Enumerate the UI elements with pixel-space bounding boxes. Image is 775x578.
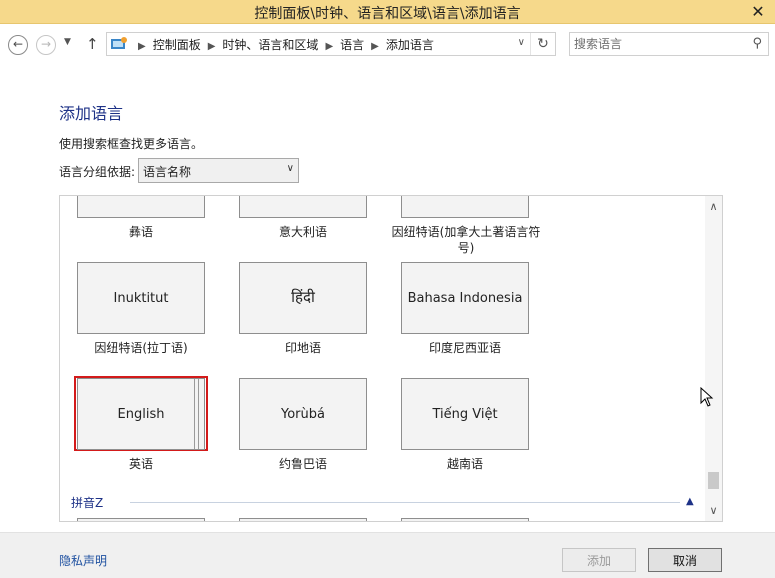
breadcrumb-item-control-panel[interactable]: 控制面板 — [153, 38, 201, 52]
recent-locations-chevron-icon[interactable]: ▼ — [64, 37, 71, 47]
breadcrumb-separator-icon[interactable]: ▶ — [208, 41, 216, 52]
language-tile-indonesian[interactable]: Bahasa Indonesia — [401, 262, 529, 334]
language-tile-vietnamese[interactable]: Tiếng Việt — [401, 378, 529, 450]
language-native-name: Yorùbá — [281, 407, 325, 422]
window-title: 控制面板\时钟、语言和区域\语言\添加语言 — [254, 6, 521, 22]
group-header: 拼音Z — [71, 496, 104, 510]
chevron-down-icon: ∨ — [286, 163, 294, 174]
breadcrumb: ▶ 控制面板 ▶ 时钟、语言和区域 ▶ 语言 ▶ 添加语言 — [131, 36, 434, 53]
scrollbar-thumb[interactable] — [708, 472, 719, 489]
scroll-up-icon[interactable]: ∧ — [705, 200, 722, 213]
scroll-down-icon[interactable]: ∨ — [705, 504, 722, 517]
language-list[interactable]: 彝语 意大利语 因纽特语(加拿大土著语言符号) Inuktitut हिंदी … — [59, 195, 723, 522]
add-button[interactable]: 添加 — [562, 548, 636, 572]
mouse-cursor-icon — [700, 387, 714, 407]
address-dropdown-icon[interactable]: ∨ — [518, 37, 525, 48]
language-tile-partial[interactable] — [239, 518, 367, 521]
language-tile-english[interactable]: English — [77, 378, 205, 450]
breadcrumb-separator-icon: ▶ — [138, 41, 146, 52]
language-name[interactable]: 因纽特语(拉丁语) — [66, 340, 216, 356]
language-native-name: English — [117, 407, 165, 422]
language-tile-hindi[interactable]: हिंदी — [239, 262, 367, 334]
cancel-button[interactable]: 取消 — [648, 548, 722, 572]
breadcrumb-separator-icon[interactable]: ▶ — [325, 41, 333, 52]
breadcrumb-item-language[interactable]: 语言 — [340, 38, 364, 52]
language-name[interactable]: 约鲁巴语 — [228, 456, 378, 472]
language-tile-yoruba[interactable]: Yorùbá — [239, 378, 367, 450]
close-icon[interactable]: ✕ — [747, 2, 769, 21]
language-name[interactable]: 英语 — [66, 456, 216, 472]
language-name[interactable]: 彝语 — [66, 224, 216, 240]
breadcrumb-item-add-language[interactable]: 添加语言 — [386, 38, 434, 52]
back-arrow-icon[interactable]: ← — [8, 35, 28, 55]
up-arrow-icon[interactable]: ↑ — [86, 35, 99, 53]
language-native-name: हिंदी — [291, 288, 315, 306]
language-tile-partial[interactable] — [239, 196, 367, 218]
group-divider — [130, 502, 680, 503]
search-box[interactable]: ⚲ — [569, 32, 769, 56]
language-name[interactable]: 印度尼西亚语 — [390, 340, 540, 356]
vertical-scrollbar[interactable]: ∧ ∨ — [705, 196, 722, 521]
language-tile-partial[interactable] — [401, 518, 529, 521]
language-native-name: Tiếng Việt — [432, 407, 498, 422]
language-name[interactable]: 因纽特语(加拿大土著语言符号) — [386, 224, 546, 256]
group-by-select[interactable]: 语言名称 ∨ — [138, 158, 299, 183]
language-tile-partial[interactable] — [401, 196, 529, 218]
language-tile-partial[interactable] — [77, 196, 205, 218]
group-by-label: 语言分组依据: — [59, 165, 136, 179]
page-description: 使用搜索框查找更多语言。 — [59, 137, 204, 151]
control-panel-icon — [111, 37, 127, 49]
forward-arrow-icon[interactable]: → — [36, 35, 56, 55]
breadcrumb-item-clock-language-region[interactable]: 时钟、语言和区域 — [222, 38, 318, 52]
group-by-value: 语言名称 — [143, 165, 192, 179]
language-name[interactable]: 印地语 — [228, 340, 378, 356]
footer-bar: 隐私声明 添加 取消 — [0, 532, 775, 578]
language-name[interactable]: 意大利语 — [228, 224, 378, 240]
title-bar: 控制面板\时钟、语言和区域\语言\添加语言 ✕ — [0, 0, 775, 24]
breadcrumb-separator-icon[interactable]: ▶ — [371, 41, 379, 52]
language-tile-partial[interactable] — [77, 518, 205, 521]
language-name[interactable]: 越南语 — [390, 456, 540, 472]
language-tile-inuktitut[interactable]: Inuktitut — [77, 262, 205, 334]
page-title: 添加语言 — [59, 104, 124, 123]
search-icon[interactable]: ⚲ — [752, 36, 762, 51]
collapse-chevron-icon[interactable]: ▲ — [686, 496, 694, 507]
address-bar[interactable]: ▶ 控制面板 ▶ 时钟、语言和区域 ▶ 语言 ▶ 添加语言 ∨ ↻ — [106, 32, 556, 56]
language-native-name: Inuktitut — [113, 291, 169, 306]
navigation-bar: ← → ▼ ↑ ▶ 控制面板 ▶ 时钟、语言和区域 ▶ 语言 ▶ 添加语言 ∨ ↻ ⚲ — [0, 24, 775, 64]
language-native-name: Bahasa Indonesia — [407, 291, 523, 306]
refresh-icon[interactable]: ↻ — [530, 33, 555, 55]
search-input[interactable] — [574, 36, 744, 52]
privacy-statement-link[interactable]: 隐私声明 — [59, 552, 107, 569]
